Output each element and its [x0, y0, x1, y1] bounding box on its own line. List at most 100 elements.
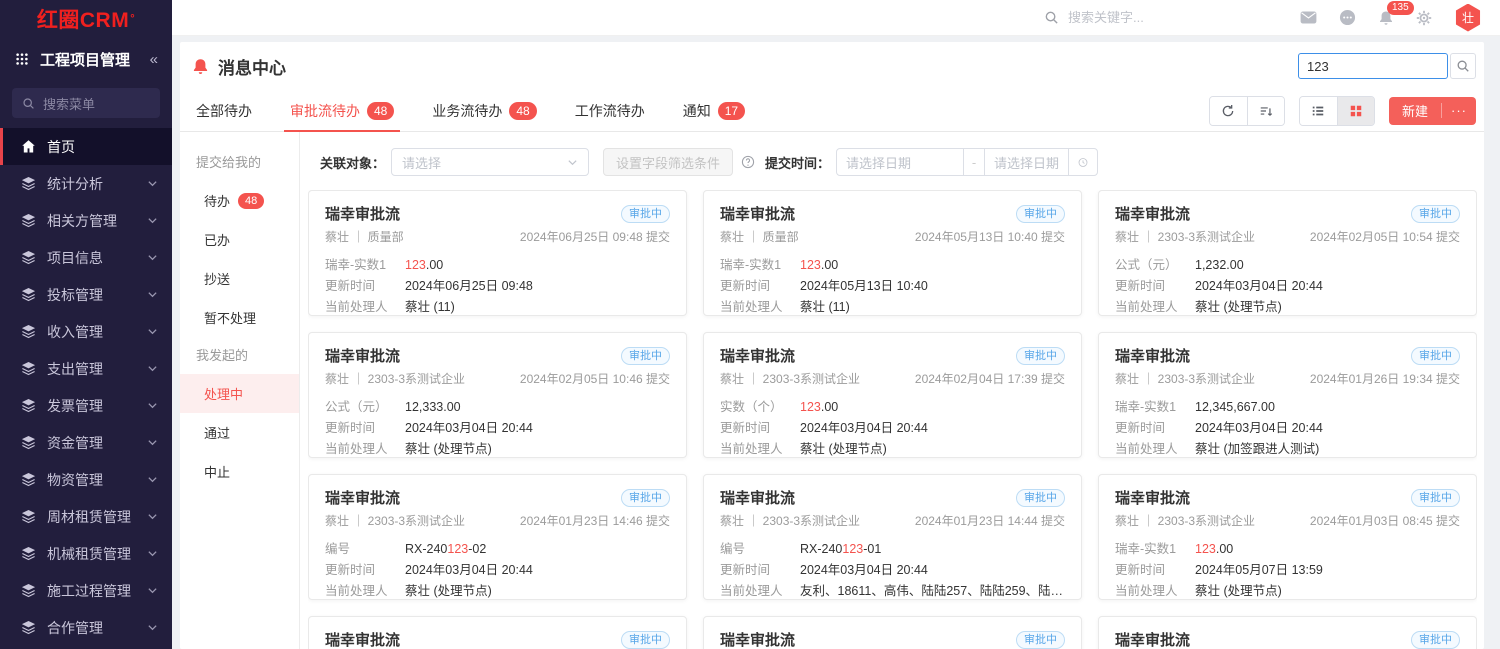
- refresh-button[interactable]: [1210, 97, 1247, 125]
- app-switcher[interactable]: 工程项目管理 «: [0, 38, 172, 80]
- subnav-item-中止[interactable]: 中止: [180, 452, 299, 491]
- field-value: 123.00: [1195, 539, 1233, 560]
- chat-icon[interactable]: [1339, 9, 1356, 26]
- sidebar-item-支出管理[interactable]: 支出管理: [0, 350, 172, 387]
- global-search[interactable]: [1044, 10, 1218, 25]
- chevron-down-icon: [147, 474, 158, 485]
- home-icon: [20, 139, 36, 154]
- layers-icon: [20, 213, 36, 228]
- related-object-label: 关联对象：: [320, 153, 385, 172]
- global-search-input[interactable]: [1068, 10, 1218, 25]
- card-search-input[interactable]: [1298, 53, 1448, 79]
- field-value: 2024年03月04日 20:44: [405, 560, 533, 581]
- approval-card[interactable]: 瑞幸审批流审批中蔡壮 ｜ 2303-3系测试企业2024年02月05日 10:4…: [308, 332, 687, 458]
- subnav-item-待办[interactable]: 待办48: [180, 181, 299, 220]
- avatar[interactable]: 壮: [1454, 4, 1482, 32]
- card-field-row: 当前处理人蔡壮 (加签跟进人测试): [1115, 439, 1460, 458]
- app-title: 工程项目管理: [40, 49, 130, 70]
- field-filter-button[interactable]: 设置字段筛选条件: [603, 148, 733, 176]
- sidebar-item-机械租赁管理[interactable]: 机械租赁管理: [0, 535, 172, 572]
- subnav-item-抄送[interactable]: 抄送: [180, 259, 299, 298]
- sidebar-item-周材租赁管理[interactable]: 周材租赁管理: [0, 498, 172, 535]
- field-value: 2024年05月07日 13:59: [1195, 560, 1323, 581]
- card-fields: 瑞幸-实数1123.00更新时间2024年05月07日 13:59当前处理人蔡壮…: [1115, 539, 1460, 600]
- field-label: 更新时间: [325, 418, 405, 439]
- approval-card[interactable]: 瑞幸审批流审批中蔡壮 ｜ 2303-3系测试企业2023年12月28日 16:0…: [703, 616, 1082, 649]
- notification-count-badge: 135: [1387, 1, 1414, 15]
- create-more-button[interactable]: ···: [1441, 103, 1476, 118]
- search-button[interactable]: [1450, 53, 1476, 79]
- card-field-row: 公式（元）12,333.00: [325, 397, 670, 418]
- status-badge: 审批中: [1411, 347, 1460, 365]
- approval-card[interactable]: 瑞幸审批流审批中蔡壮 ｜ 2303-3系测试企业2024年01月26日 19:3…: [1098, 332, 1477, 458]
- create-button[interactable]: 新建 ···: [1389, 97, 1476, 125]
- gear-icon[interactable]: [1416, 10, 1432, 26]
- field-value: 2024年03月04日 20:44: [800, 560, 928, 581]
- subnav-item-label: 处理中: [204, 384, 243, 403]
- card-field-row: 瑞幸-实数112,345,667.00: [1115, 397, 1460, 418]
- approval-card[interactable]: 瑞幸审批流审批中蔡壮 ｜ 质量部2024年06月25日 09:48 提交瑞幸-实…: [308, 190, 687, 316]
- approval-card[interactable]: 瑞幸审批流审批中蔡壮 ｜ 2303-3系测试企业2024年01月23日 14:4…: [308, 474, 687, 600]
- approval-card[interactable]: 瑞幸审批流审批中蔡壮 ｜ 2303-3系测试企业2024年02月04日 17:3…: [703, 332, 1082, 458]
- sidebar-item-统计分析[interactable]: 统计分析: [0, 165, 172, 202]
- sidebar-item-收入管理[interactable]: 收入管理: [0, 313, 172, 350]
- approval-card[interactable]: 瑞幸审批流审批中蔡壮 ｜ 2303-3系测试企业2024年02月05日 10:5…: [1098, 190, 1477, 316]
- menu-search-input[interactable]: 搜索菜单: [12, 88, 160, 118]
- approval-card[interactable]: 瑞幸审批流审批中蔡壮 ｜ 2303-3系测试企业2023年12月28日 16:0…: [1098, 616, 1477, 649]
- tab-工作流待办[interactable]: 工作流待办: [575, 90, 645, 131]
- sidebar-item-合作管理[interactable]: 合作管理: [0, 609, 172, 646]
- card-submitter: 蔡壮 ｜ 2303-3系测试企业: [720, 370, 860, 387]
- tab-count-badge: 48: [367, 102, 394, 120]
- card-field-row: 公式（元）1,232.00: [1115, 255, 1460, 276]
- sidebar-item-label: 机械租赁管理: [47, 544, 131, 564]
- card-title: 瑞幸审批流: [720, 345, 795, 366]
- subnav-item-已办[interactable]: 已办: [180, 220, 299, 259]
- card-fields: 瑞幸-实数1123.00更新时间2024年05月13日 10:40当前处理人蔡壮…: [720, 255, 1065, 316]
- field-value: 蔡壮 (处理节点): [405, 581, 492, 600]
- sidebar-item-相关方管理[interactable]: 相关方管理: [0, 202, 172, 239]
- tab-label: 通知: [683, 101, 711, 121]
- field-value: 2024年03月04日 20:44: [1195, 418, 1323, 439]
- sidebar-item-项目信息[interactable]: 项目信息: [0, 239, 172, 276]
- sidebar-item-发票管理[interactable]: 发票管理: [0, 387, 172, 424]
- grid-view-button[interactable]: [1337, 97, 1374, 125]
- subnav-item-暂不处理[interactable]: 暂不处理: [180, 298, 299, 337]
- sidebar-item-资金管理[interactable]: 资金管理: [0, 424, 172, 461]
- field-value: 蔡壮 (加签跟进人测试): [1195, 439, 1319, 458]
- card-submit-time: 2024年06月25日 09:48 提交: [520, 228, 670, 245]
- tab-count-badge: 48: [509, 102, 536, 120]
- notification-bell-icon[interactable]: 135: [1378, 10, 1394, 26]
- chevron-down-icon: [147, 548, 158, 559]
- mail-icon[interactable]: [1300, 11, 1317, 24]
- tab-业务流待办[interactable]: 业务流待办 48: [432, 90, 536, 131]
- card-subheader: 蔡壮 ｜ 2303-3系测试企业2024年01月03日 08:45 提交: [1115, 512, 1460, 529]
- sidebar-item-label: 统计分析: [47, 174, 103, 194]
- subnav-item-通过[interactable]: 通过: [180, 413, 299, 452]
- sidebar-item-物资管理[interactable]: 物资管理: [0, 461, 172, 498]
- date-start-input[interactable]: 请选择日期: [836, 148, 964, 176]
- approval-card[interactable]: 瑞幸审批流审批中蔡壮 ｜ 2303-3系测试企业2023年12月29日 16:4…: [308, 616, 687, 649]
- approval-card[interactable]: 瑞幸审批流审批中蔡壮 ｜ 2303-3系测试企业2024年01月03日 08:4…: [1098, 474, 1477, 600]
- sidebar-item-首页[interactable]: 首页: [0, 128, 172, 165]
- sort-button[interactable]: [1247, 97, 1284, 125]
- date-range-picker: 请选择日期 - 请选择日期: [836, 148, 1098, 176]
- help-icon[interactable]: [741, 155, 755, 169]
- approval-card[interactable]: 瑞幸审批流审批中蔡壮 ｜ 质量部2024年05月13日 10:40 提交瑞幸-实…: [703, 190, 1082, 316]
- submit-time-label: 提交时间：: [765, 153, 830, 172]
- card-field-row: 更新时间2024年03月04日 20:44: [325, 560, 670, 581]
- tab-label: 业务流待办: [432, 101, 502, 121]
- tab-审批流待办[interactable]: 审批流待办48: [290, 90, 394, 131]
- collapse-sidebar-icon[interactable]: «: [150, 51, 158, 68]
- tab-通知[interactable]: 通知17: [683, 90, 745, 131]
- list-view-button[interactable]: [1300, 97, 1337, 125]
- clock-icon[interactable]: [1068, 148, 1098, 176]
- date-end-input[interactable]: 请选择日期: [984, 148, 1069, 176]
- subnav-item-处理中[interactable]: 处理中: [180, 374, 299, 413]
- tab-全部待办[interactable]: 全部待办: [196, 90, 252, 131]
- sidebar-item-投标管理[interactable]: 投标管理: [0, 276, 172, 313]
- field-value: 蔡壮 (处理节点): [1195, 581, 1282, 600]
- status-badge: 审批中: [621, 489, 670, 507]
- related-object-select[interactable]: 请选择: [391, 148, 589, 176]
- sidebar-item-施工过程管理[interactable]: 施工过程管理: [0, 572, 172, 609]
- approval-card[interactable]: 瑞幸审批流审批中蔡壮 ｜ 2303-3系测试企业2024年01月23日 14:4…: [703, 474, 1082, 600]
